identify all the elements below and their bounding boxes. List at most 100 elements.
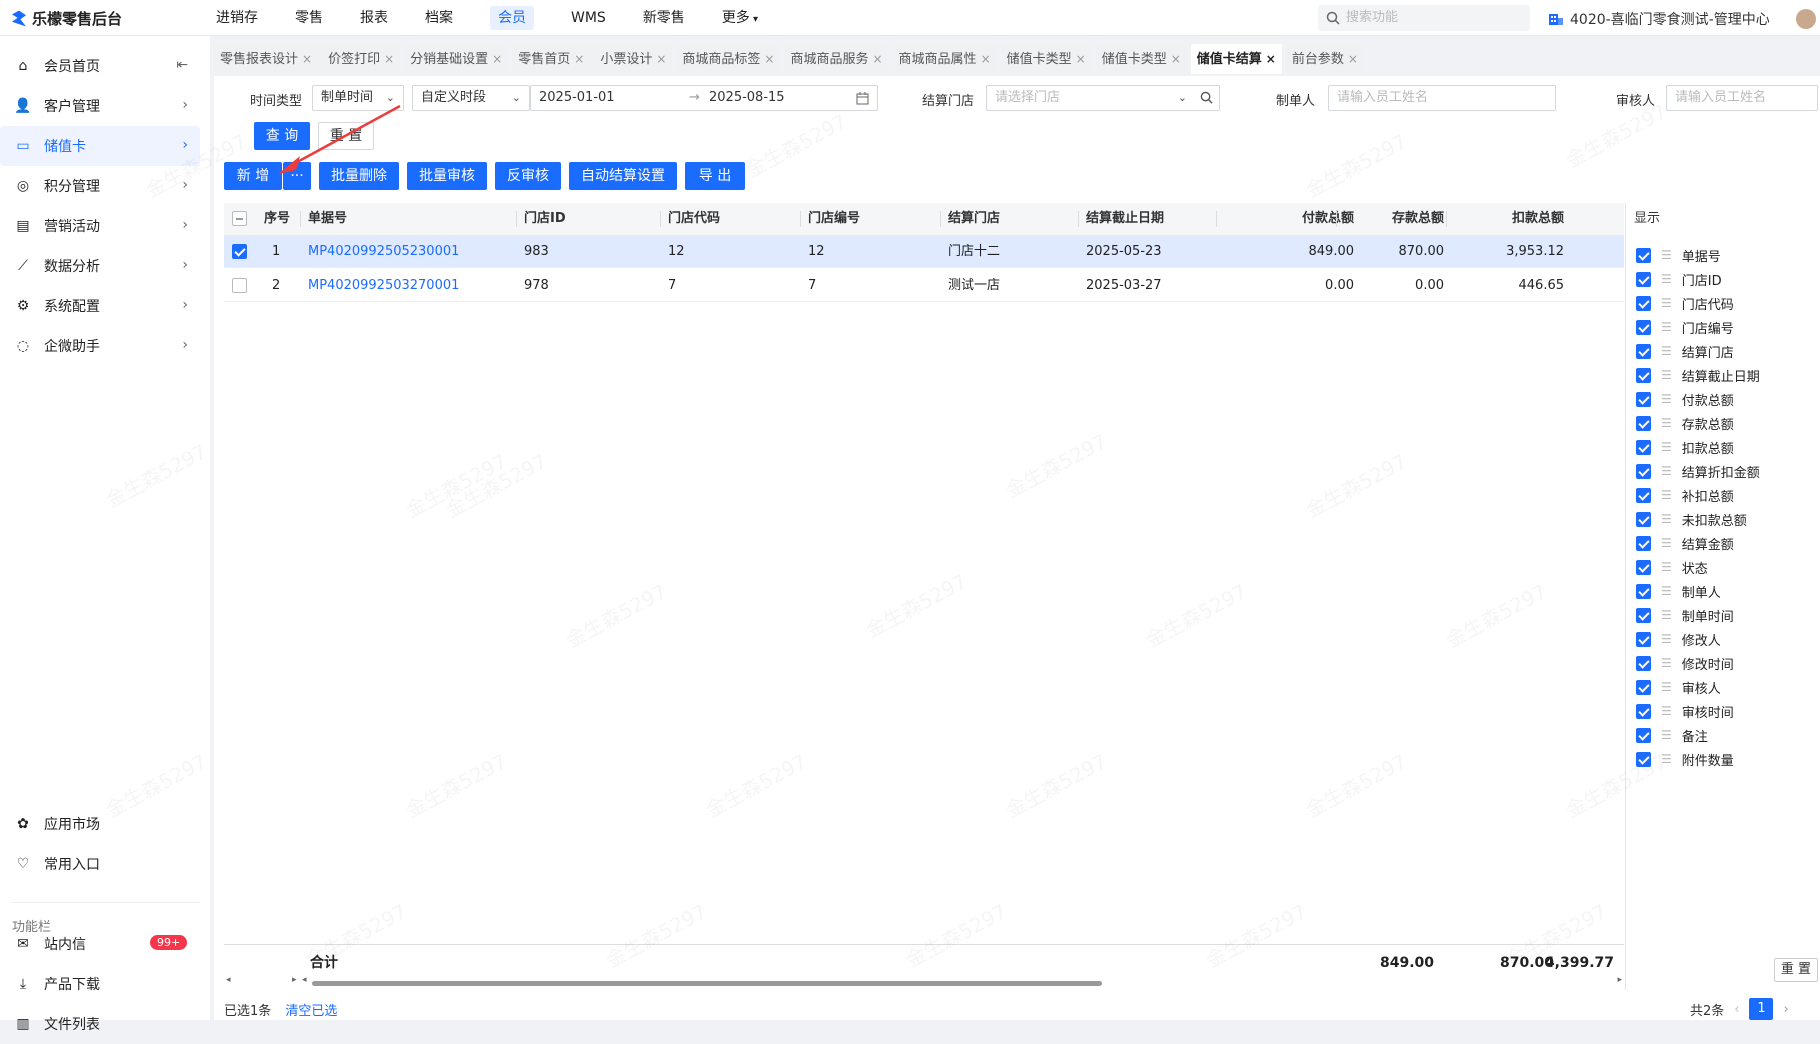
drag-handle-icon[interactable]: ☰ — [1661, 560, 1672, 574]
close-icon[interactable]: × — [492, 52, 502, 66]
page-tab[interactable]: 商城商品服务 × — [784, 44, 889, 74]
column-checkbox[interactable] — [1636, 583, 1651, 599]
column-checkbox[interactable] — [1636, 751, 1651, 767]
close-icon[interactable]: × — [574, 52, 584, 66]
prev-page-icon[interactable]: ‹ — [1734, 1002, 1739, 1017]
top-nav-item[interactable]: 新零售 — [627, 0, 701, 36]
column-header[interactable]: 单据号 — [308, 203, 347, 235]
column-header[interactable]: 门店代码 — [668, 203, 720, 235]
next-page-icon[interactable]: › — [1783, 1002, 1788, 1017]
drag-handle-icon[interactable]: ☰ — [1661, 248, 1672, 262]
column-toggle[interactable]: ☰ 备注 — [1636, 725, 1708, 745]
drag-handle-icon[interactable]: ☰ — [1661, 656, 1672, 670]
sidebar-item[interactable]: ✿ 应用市场 — [0, 804, 210, 844]
column-header[interactable]: 门店编号 — [808, 203, 860, 235]
page-tab[interactable]: 分销基础设置 × — [404, 44, 509, 74]
column-toggle[interactable]: ☰ 结算金额 — [1636, 533, 1734, 553]
top-nav-item[interactable]: 更多 ▾ — [706, 0, 774, 36]
table-row[interactable]: 2 MP4020992503270001 978 7 7 测试一店 2025-03-27 0.… — [224, 269, 1624, 302]
close-icon[interactable]: × — [764, 52, 774, 66]
sidebar-item[interactable]: ⚙ 系统配置 › — [0, 286, 210, 326]
search-input[interactable]: 搜索功能 — [1318, 5, 1530, 31]
column-toggle[interactable]: ☰ 审核时间 — [1636, 701, 1734, 721]
drag-handle-icon[interactable]: ☰ — [1661, 728, 1672, 742]
column-header[interactable]: 序号 — [264, 203, 290, 235]
batch-audit-button[interactable]: 批量审核 — [407, 162, 487, 190]
column-checkbox[interactable] — [1636, 679, 1651, 695]
close-icon[interactable]: × — [1266, 52, 1276, 66]
column-header[interactable]: 门店ID — [524, 203, 566, 235]
query-button[interactable]: 查 询 — [254, 122, 310, 150]
column-checkbox[interactable] — [1636, 439, 1651, 455]
column-divider[interactable] — [1446, 211, 1447, 227]
column-toggle[interactable]: ☰ 结算截止日期 — [1636, 365, 1760, 385]
sidebar-item[interactable]: ▥ 文件列表 — [0, 1004, 210, 1044]
close-icon[interactable]: × — [872, 52, 882, 66]
more-button[interactable]: ··· — [283, 162, 311, 190]
export-button[interactable]: 导 出 — [685, 162, 745, 190]
drag-handle-icon[interactable]: ☰ — [1661, 512, 1672, 526]
column-checkbox[interactable] — [1636, 367, 1651, 383]
add-button[interactable]: 新 增 — [224, 162, 282, 190]
collapse-icon[interactable]: ⇤ — [176, 57, 188, 73]
drag-handle-icon[interactable]: ☰ — [1661, 752, 1672, 766]
document-link[interactable]: MP4020992505230001 — [308, 235, 459, 268]
column-checkbox[interactable] — [1636, 271, 1651, 287]
column-checkbox[interactable] — [1636, 631, 1651, 647]
sidebar-item[interactable]: ⤓ 产品下载 — [0, 964, 210, 1004]
document-link[interactable]: MP4020992503270001 — [308, 269, 459, 302]
drag-handle-icon[interactable]: ☰ — [1661, 272, 1672, 286]
column-divider[interactable] — [300, 211, 301, 227]
column-checkbox[interactable] — [1636, 343, 1651, 359]
chevron-right-icon[interactable]: › — [182, 257, 188, 273]
chevron-right-icon[interactable]: › — [182, 97, 188, 113]
page-tab[interactable]: 商城商品标签 × — [676, 44, 781, 74]
column-checkbox[interactable] — [1636, 559, 1651, 575]
column-checkbox[interactable] — [1636, 319, 1651, 335]
batch-delete-button[interactable]: 批量删除 — [319, 162, 399, 190]
column-toggle[interactable]: ☰ 结算门店 — [1636, 341, 1734, 361]
top-nav-item[interactable]: WMS — [555, 0, 622, 36]
auditor-input[interactable]: 请输入员工姓名 — [1666, 85, 1818, 111]
page-tab[interactable]: 前台参数 × — [1285, 44, 1364, 74]
drag-handle-icon[interactable]: ☰ — [1661, 440, 1672, 454]
auto-settle-button[interactable]: 自动结算设置 — [569, 162, 677, 190]
close-icon[interactable]: × — [656, 52, 666, 66]
sidebar-item[interactable]: ♡ 常用入口 — [0, 844, 210, 884]
column-toggle[interactable]: ☰ 补扣总额 — [1636, 485, 1734, 505]
column-toggle[interactable]: ☰ 门店ID — [1636, 269, 1722, 289]
app-logo[interactable]: 乐檬零售后台 — [12, 8, 122, 29]
sidebar-item[interactable]: ▭ 储值卡 › — [0, 126, 200, 166]
close-icon[interactable]: × — [981, 52, 991, 66]
column-toggle[interactable]: ☰ 付款总额 — [1636, 389, 1734, 409]
column-divider[interactable] — [660, 211, 661, 227]
column-checkbox[interactable] — [1636, 703, 1651, 719]
page-tab[interactable]: 商城商品属性 × — [892, 44, 997, 74]
column-checkbox[interactable] — [1636, 607, 1651, 623]
date-range-picker[interactable]: 2025-01-01 → 2025-08-15 — [530, 85, 878, 111]
page-tab[interactable]: 储值卡类型 × — [1095, 44, 1187, 74]
close-icon[interactable]: × — [1171, 52, 1181, 66]
top-nav-item[interactable]: 会员 — [474, 0, 550, 36]
page-button[interactable]: 1 — [1749, 998, 1774, 1020]
page-tab[interactable]: 小票设计 × — [594, 44, 673, 74]
column-divider[interactable] — [940, 211, 941, 227]
select-all-checkbox[interactable] — [232, 211, 247, 226]
maker-input[interactable]: 请输入员工姓名 — [1328, 85, 1556, 111]
top-nav-item[interactable]: 报表 — [344, 0, 404, 36]
range-select[interactable]: 自定义时段 ⌄ — [412, 85, 530, 111]
column-toggle[interactable]: ☰ 扣款总额 — [1636, 437, 1734, 457]
page-tab[interactable]: 零售报表设计 × — [214, 44, 319, 74]
column-toggle[interactable]: ☰ 门店代码 — [1636, 293, 1734, 313]
column-toggle[interactable]: ☰ 单据号 — [1636, 245, 1721, 265]
chevron-right-icon[interactable]: › — [182, 337, 188, 353]
column-toggle[interactable]: ☰ 制单时间 — [1636, 605, 1734, 625]
drag-handle-icon[interactable]: ☰ — [1661, 344, 1672, 358]
column-checkbox[interactable] — [1636, 535, 1651, 551]
column-toggle[interactable]: ☰ 制单人 — [1636, 581, 1721, 601]
drag-handle-icon[interactable]: ☰ — [1661, 464, 1672, 478]
table-row[interactable]: 1 MP4020992505230001 983 12 12 门店十二 2025-05-23… — [224, 235, 1624, 268]
scroll-left-icon[interactable]: ◂ — [226, 975, 231, 985]
column-divider[interactable] — [1078, 211, 1079, 227]
scroll-right-icon[interactable]: ▸ — [1617, 975, 1622, 985]
